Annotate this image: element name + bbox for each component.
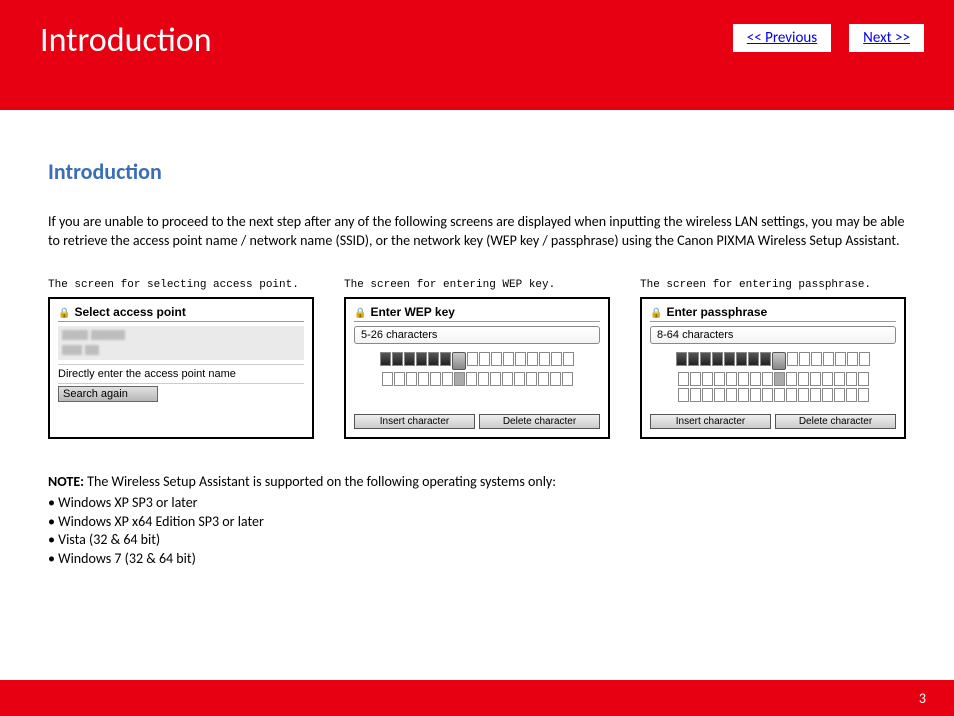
list-item: Windows XP x64 Edition SP3 or later	[48, 513, 906, 532]
panel-access-point: Select access point Directly enter the a…	[48, 297, 314, 439]
figure-access-point: The screen for selecting access point. S…	[48, 279, 314, 439]
note-block: NOTE: The Wireless Setup Assistant is su…	[48, 473, 906, 569]
footer-bar: 3	[0, 680, 954, 716]
panel-title: Enter passphrase	[650, 305, 896, 322]
lock-icon	[354, 305, 366, 319]
section-title: Introduction	[48, 158, 906, 185]
figure-wep: The screen for entering WEP key. Enter W…	[344, 279, 610, 439]
passphrase-input-hint: 8-64 characters	[650, 326, 896, 344]
lock-icon	[58, 305, 70, 319]
list-item: Windows 7 (32 & 64 bit)	[48, 550, 906, 569]
keyboard-buttons: Insert character Delete character	[354, 414, 600, 429]
figure-caption: The screen for selecting access point.	[48, 279, 314, 291]
intro-paragraph: If you are unable to proceed to the next…	[48, 213, 906, 251]
panel-passphrase: Enter passphrase 8-64 characters Insert …	[640, 297, 906, 439]
keyboard-buttons: Insert character Delete character	[650, 414, 896, 429]
keyboard	[650, 350, 896, 404]
delete-character-button: Delete character	[479, 414, 600, 429]
figure-passphrase: The screen for entering passphrase. Ente…	[640, 279, 906, 439]
panel-title-text: Enter WEP key	[370, 305, 454, 319]
content-area: Introduction If you are unable to procee…	[0, 110, 954, 569]
panel-title: Select access point	[58, 305, 304, 322]
panel-title-text: Select access point	[74, 305, 185, 319]
direct-entry-text: Directly enter the access point name	[58, 364, 304, 385]
next-button[interactable]: Next >>	[849, 24, 924, 52]
header-bar: Introduction << Previous Next >>	[0, 0, 954, 110]
list-item: Vista (32 & 64 bit)	[48, 531, 906, 550]
figure-caption: The screen for entering WEP key.	[344, 279, 610, 291]
panel-wep: Enter WEP key 5-26 characters Insert cha…	[344, 297, 610, 439]
figure-caption: The screen for entering passphrase.	[640, 279, 906, 291]
figures-row: The screen for selecting access point. S…	[48, 279, 906, 439]
previous-button[interactable]: << Previous	[733, 24, 831, 52]
page-title: Introduction	[40, 20, 212, 61]
nav-buttons: << Previous Next >>	[733, 24, 924, 52]
wep-input-hint: 5-26 characters	[354, 326, 600, 344]
slider-icon	[452, 352, 466, 370]
search-again-button: Search again	[58, 386, 158, 402]
insert-character-button: Insert character	[354, 414, 475, 429]
delete-character-button: Delete character	[775, 414, 896, 429]
access-point-list	[58, 326, 304, 360]
lock-icon	[650, 305, 662, 319]
list-item: Windows XP SP3 or later	[48, 494, 906, 513]
panel-title: Enter WEP key	[354, 305, 600, 322]
os-list: Windows XP SP3 or later Windows XP x64 E…	[48, 494, 906, 570]
slider-icon	[772, 352, 786, 370]
note-text: The Wireless Setup Assistant is supporte…	[84, 473, 556, 490]
keyboard	[354, 350, 600, 388]
note-label: NOTE:	[48, 473, 84, 490]
page-number: 3	[919, 690, 926, 707]
panel-title-text: Enter passphrase	[666, 305, 767, 319]
insert-character-button: Insert character	[650, 414, 771, 429]
